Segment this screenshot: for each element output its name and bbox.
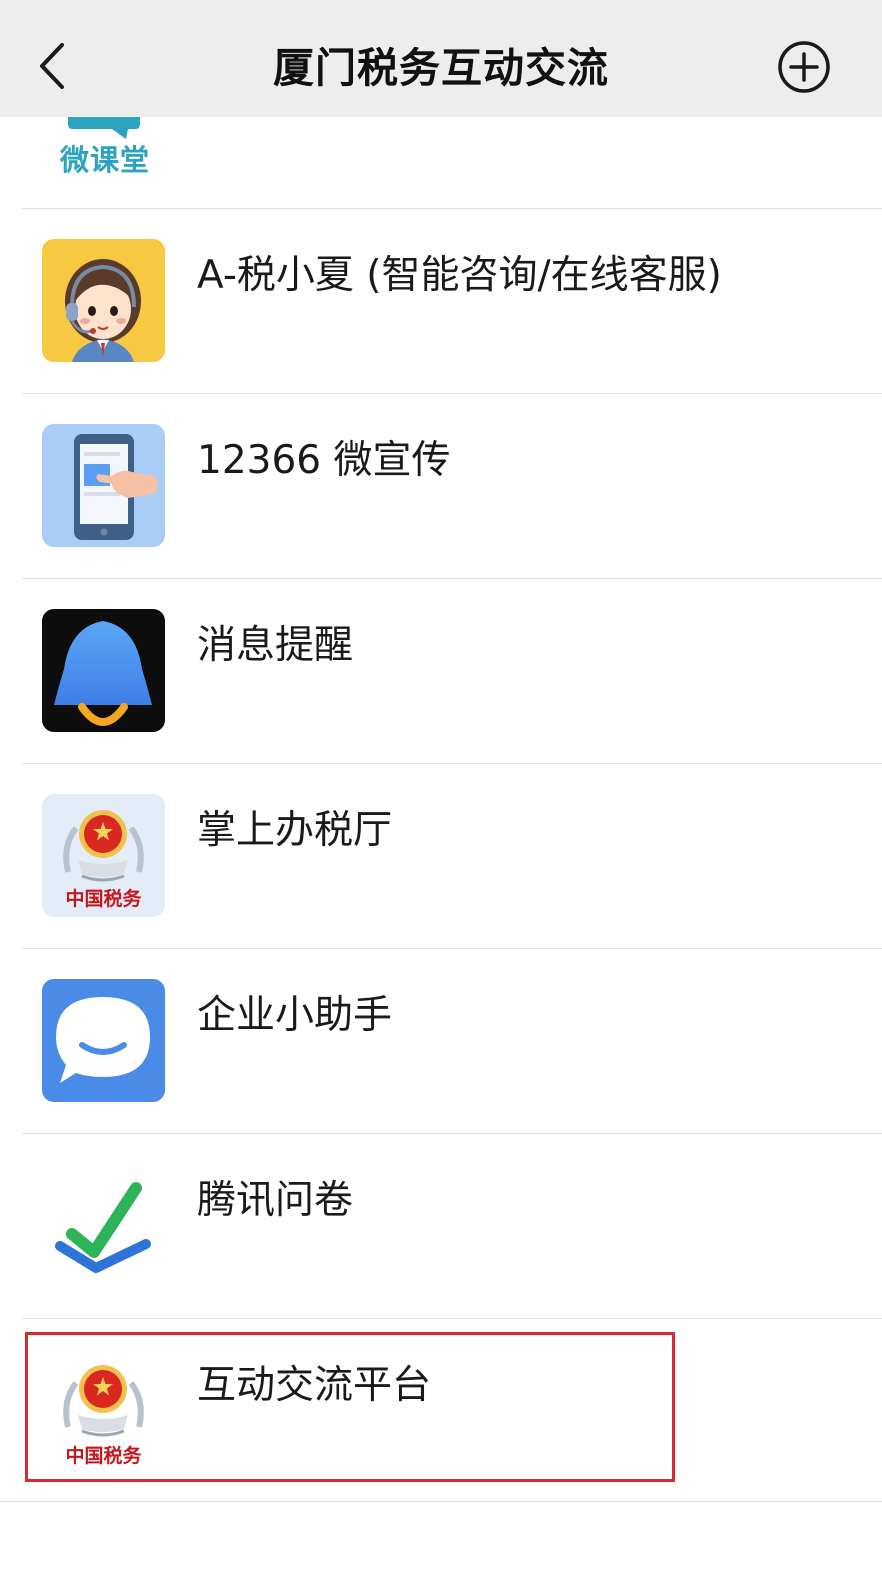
plus-circle-icon [778,41,830,93]
emblem-caption: 中国税务 [65,889,142,910]
list-item-weiketang[interactable]: 微课堂 [0,117,882,209]
customer-service-avatar-icon [42,239,165,362]
item-label: 12366 微宣传 [197,438,451,483]
item-label: 消息提醒 [197,623,354,668]
tax-emblem-icon: 中国税务 [42,1349,165,1472]
item-label: A-税小夏 (智能咨询/在线客服) [197,253,722,298]
chat-bubble-icon [42,979,165,1102]
item-label: 掌上办税厅 [197,808,393,853]
checkmark-icon [42,1164,165,1287]
chevron-left-icon [40,43,64,89]
emblem-caption: 中国税务 [65,1446,142,1467]
item-label: 互动交流平台 [197,1363,432,1408]
list-item-hudong-jiaoliu-pingtai[interactable]: 中国税务 互动交流平台 [0,1319,882,1504]
page-title: 厦门税务互动交流 [273,44,609,92]
divider [0,1501,882,1502]
tax-emblem-icon: 中国税务 [42,794,165,917]
item-label: 腾讯问卷 [197,1178,354,1223]
weiketang-label: 微课堂 [60,143,151,177]
tablet-touch-icon [42,424,165,547]
list-item-xiaoxi-tixing[interactable]: 消息提醒 [0,579,882,764]
list-item-zhangshang-banshuiting[interactable]: 中国税务 掌上办税厅 [0,764,882,949]
list-item-qiye-xiaozhushou[interactable]: 企业小助手 [0,949,882,1134]
list-item-shuixiaoxia[interactable]: A-税小夏 (智能咨询/在线客服) [0,209,882,394]
list-item-12366-weixuanchuan[interactable]: 12366 微宣传 [0,394,882,579]
navigation-bar: 厦门税务互动交流 [0,0,882,117]
add-button[interactable] [776,39,832,95]
list-item-tengxun-wenjuan[interactable]: 腾讯问卷 [0,1134,882,1319]
bell-icon [42,609,165,732]
service-list: A-税小夏 (智能咨询/在线客服) 12366 微宣传 消息提醒 中国税务 掌上… [0,209,882,1504]
item-label: 企业小助手 [197,993,393,1038]
back-button[interactable] [28,38,76,94]
